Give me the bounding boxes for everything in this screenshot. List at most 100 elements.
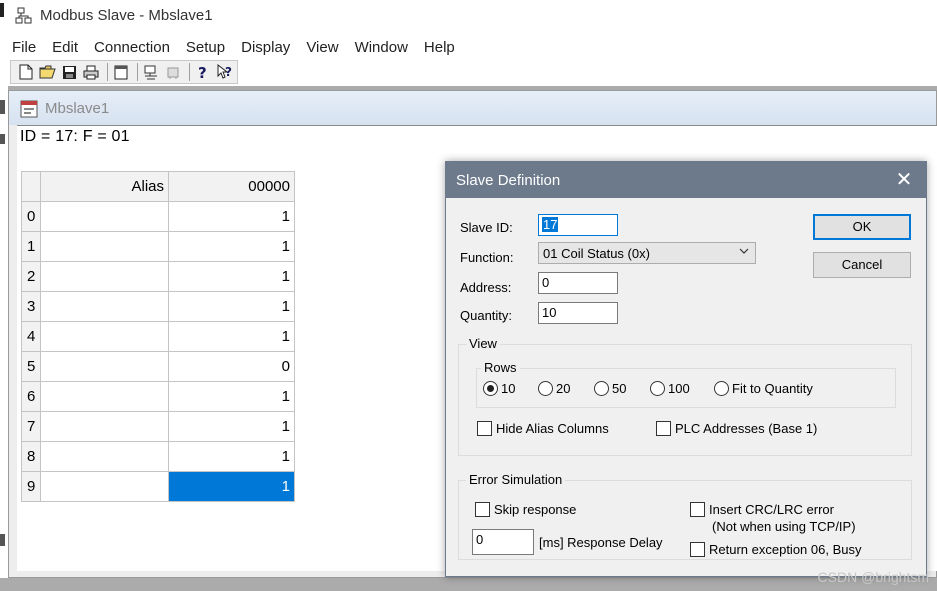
grid-corner — [21, 171, 41, 202]
alias-cell[interactable] — [40, 441, 169, 472]
rows-option-label: 50 — [612, 381, 627, 396]
table-row: 4 1 — [21, 321, 295, 352]
slave-id-label: Slave ID: — [460, 220, 513, 235]
row-number: 9 — [21, 471, 41, 502]
quantity-label: Quantity: — [460, 308, 513, 323]
function-select[interactable]: 01 Coil Status (0x) — [538, 242, 756, 264]
value-cell[interactable]: 1 — [168, 441, 295, 472]
window-title: Modbus Slave - Mbslave1 — [40, 7, 213, 24]
value-cell[interactable]: 1 — [168, 261, 295, 292]
new-file-icon[interactable] — [17, 62, 35, 82]
insert-crc-checkbox[interactable]: Insert CRC/LRC error — [690, 502, 834, 517]
save-icon[interactable] — [60, 62, 78, 82]
alias-cell[interactable] — [40, 471, 169, 502]
help-icon[interactable]: ? — [194, 62, 212, 82]
quantity-input[interactable]: 10 — [538, 302, 618, 324]
rows-radio-fit[interactable]: Fit to Quantity — [714, 381, 813, 396]
row-number: 3 — [21, 291, 41, 322]
toolbar-separator — [106, 63, 108, 81]
alias-cell[interactable] — [40, 201, 169, 232]
address-input[interactable]: 0 — [538, 272, 618, 294]
insert-crc-note: (Not when using TCP/IP) — [712, 519, 856, 534]
value-cell[interactable]: 1 — [168, 201, 295, 232]
menu-setup[interactable]: Setup — [186, 39, 225, 56]
print-icon[interactable] — [81, 62, 99, 82]
edge-fragment — [0, 3, 4, 17]
menu-file[interactable]: File — [12, 39, 36, 56]
value-cell[interactable]: 1 — [168, 291, 295, 322]
menu-bar: File Edit Connection Setup Display View … — [0, 36, 937, 58]
value-cell[interactable]: 1 — [168, 411, 295, 442]
row-number: 2 — [21, 261, 41, 292]
row-number: 7 — [21, 411, 41, 442]
toolbar-separator — [189, 63, 191, 81]
skip-response-checkbox[interactable]: Skip response — [475, 502, 576, 517]
alias-cell[interactable] — [40, 231, 169, 262]
radio-icon — [650, 381, 665, 396]
child-titlebar: Mbslave1 — [9, 91, 936, 125]
context-help-icon[interactable]: ? — [216, 62, 234, 82]
document-icon — [20, 100, 38, 118]
open-folder-icon[interactable] — [38, 62, 56, 82]
hide-alias-checkbox[interactable]: Hide Alias Columns — [477, 421, 609, 436]
return-exception-checkbox[interactable]: Return exception 06, Busy — [690, 542, 861, 557]
menu-window[interactable]: Window — [355, 39, 408, 56]
edge-fragment — [0, 134, 5, 144]
alias-cell[interactable] — [40, 381, 169, 412]
function-value: 01 Coil Status (0x) — [543, 246, 650, 261]
radio-selected-icon — [483, 381, 498, 396]
row-number: 6 — [21, 381, 41, 412]
edge-fragment — [0, 100, 5, 114]
value-cell[interactable]: 1 — [168, 381, 295, 412]
value-cell-selected[interactable]: 1 — [168, 471, 295, 502]
rows-radio-100[interactable]: 100 — [650, 381, 690, 396]
error-simulation-label: Error Simulation — [466, 472, 566, 487]
value-cell[interactable]: 1 — [168, 231, 295, 262]
disconnect-icon[interactable] — [164, 62, 182, 82]
slave-id-input[interactable]: 17 — [538, 214, 618, 236]
row-number: 1 — [21, 231, 41, 262]
rows-radio-50[interactable]: 50 — [594, 381, 626, 396]
window-icon[interactable] — [112, 62, 130, 82]
alias-column-header[interactable]: Alias — [40, 171, 169, 202]
row-number: 5 — [21, 351, 41, 382]
cancel-button[interactable]: Cancel — [813, 252, 911, 278]
ok-button[interactable]: OK — [813, 214, 911, 240]
close-icon[interactable]: ✕ — [892, 168, 916, 192]
table-row: 1 1 — [21, 231, 295, 262]
checkbox-icon — [690, 542, 705, 557]
menu-display[interactable]: Display — [241, 39, 290, 56]
row-number: 4 — [21, 321, 41, 352]
value-cell[interactable]: 1 — [168, 321, 295, 352]
app-titlebar: Modbus Slave - Mbslave1 — [0, 0, 937, 32]
register-grid: Alias 00000 0 1 1 1 2 1 3 1 4 1 5 0 6 1 … — [21, 171, 295, 502]
connect-icon[interactable] — [142, 62, 160, 82]
alias-cell[interactable] — [40, 411, 169, 442]
plc-addresses-checkbox[interactable]: PLC Addresses (Base 1) — [656, 421, 817, 436]
rows-option-label: 10 — [501, 381, 516, 396]
menu-view[interactable]: View — [306, 39, 338, 56]
watermark: CSDN @brightsm — [817, 569, 929, 585]
response-delay-input[interactable]: 0 — [472, 529, 534, 555]
table-row: 7 1 — [21, 411, 295, 442]
function-label: Function: — [460, 250, 514, 265]
value-cell[interactable]: 0 — [168, 351, 295, 382]
menu-connection[interactable]: Connection — [94, 39, 170, 56]
address-column-header[interactable]: 00000 — [168, 171, 295, 202]
row-number: 0 — [21, 201, 41, 232]
rows-radio-10[interactable]: 10 — [483, 381, 515, 396]
menu-edit[interactable]: Edit — [52, 39, 78, 56]
alias-cell[interactable] — [40, 321, 169, 352]
alias-cell[interactable] — [40, 351, 169, 382]
alias-cell[interactable] — [40, 291, 169, 322]
left-edge — [0, 86, 8, 591]
table-row: 0 1 — [21, 201, 295, 232]
edge-fragment — [0, 534, 5, 546]
rows-group-label: Rows — [481, 360, 520, 375]
response-delay-label: [ms] Response Delay — [539, 535, 663, 550]
alias-cell[interactable] — [40, 261, 169, 292]
return-exception-label: Return exception 06, Busy — [709, 542, 862, 557]
checkbox-icon — [690, 502, 705, 517]
menu-help[interactable]: Help — [424, 39, 455, 56]
rows-radio-20[interactable]: 20 — [538, 381, 570, 396]
